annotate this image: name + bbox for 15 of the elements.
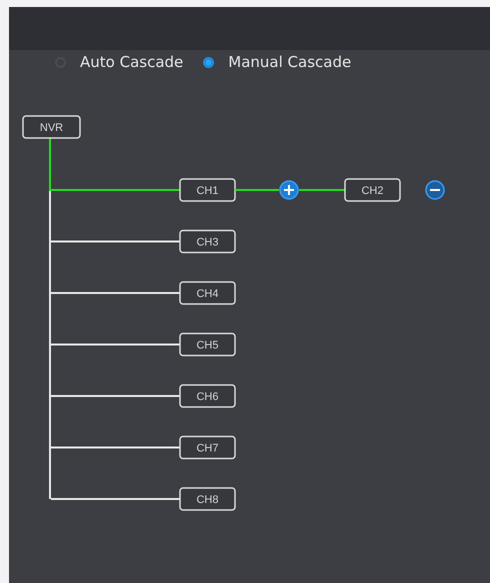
connector-line (299, 189, 345, 191)
channel-node[interactable]: NVR (22, 115, 81, 139)
channel-node[interactable]: CH7 (179, 436, 236, 460)
channel-node[interactable]: CH3 (179, 230, 236, 254)
add-icon[interactable] (279, 180, 299, 200)
channel-node[interactable]: CH4 (179, 281, 236, 305)
channel-node[interactable]: CH5 (179, 332, 236, 356)
channel-node[interactable]: CH2 (344, 178, 401, 202)
channel-node[interactable]: CH8 (179, 487, 236, 511)
channel-node[interactable]: CH1 (179, 178, 236, 202)
channel-node[interactable]: CH6 (179, 384, 236, 408)
cascade-mode-radio[interactable]: Manual Cascade (203, 53, 358, 71)
remove-icon[interactable] (425, 180, 445, 200)
connector-line (235, 189, 279, 191)
cascade-mode-radio[interactable]: Auto Cascade (55, 53, 190, 71)
